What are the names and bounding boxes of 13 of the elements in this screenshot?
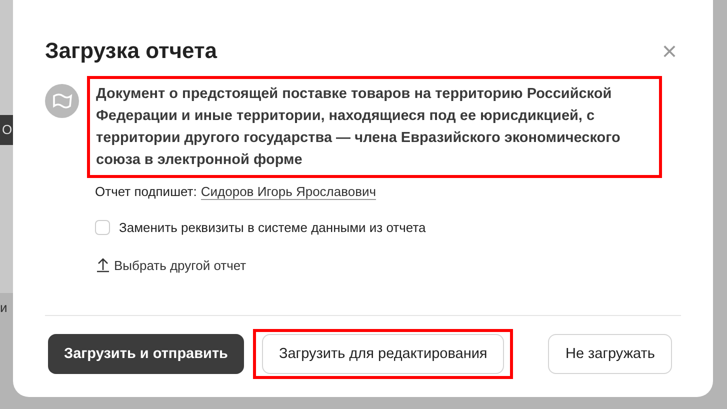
background-text: и <box>0 299 8 317</box>
checkbox-label: Заменить реквизиты в системе данными из отчета <box>119 220 426 235</box>
document-description: Документ о предстоящей поставке товаров на территорию Российской Федерации и иные территории, находящиеся под ее юрисдикцией, с территории другого государства — члена Евразийского экономического союза в электронной форме <box>96 85 622 170</box>
document-icon <box>45 84 79 118</box>
upload-send-button[interactable]: Загрузить и отправить <box>48 334 244 374</box>
upload-icon <box>95 257 111 273</box>
signer-name-link[interactable]: Сидоров Игорь Ярославович <box>200 184 376 200</box>
dialog-button[interactable]: Загрузить для редактирования <box>262 334 504 374</box>
dialog-button[interactable]: Не загружать <box>548 334 672 374</box>
checkbox[interactable] <box>95 220 110 235</box>
signer-label: Отчет подпишет: <box>95 184 197 200</box>
choose-report-link[interactable]: Выбрать другой отчет <box>95 257 246 273</box>
dialog-title: Загрузка отчета <box>45 38 217 64</box>
